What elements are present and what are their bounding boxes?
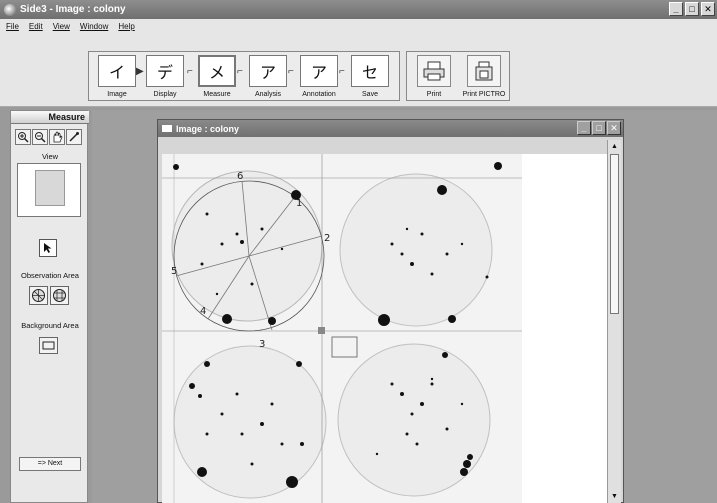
print-label: Print — [426, 91, 442, 98]
pointer-icon[interactable] — [39, 239, 57, 257]
workflow-group: イ Image ▶ デ Display ⌐ メ Measure ⌐ ア Anal… — [88, 51, 400, 101]
zoom-out-icon[interactable] — [32, 129, 48, 145]
image-window-title: Image : colony — [176, 123, 240, 134]
workflow-annotation-button[interactable]: ア Annotation — [295, 55, 343, 98]
sector-label-5: 5 — [171, 266, 177, 277]
workflow-label: Display — [153, 91, 177, 98]
eyedropper-icon[interactable] — [66, 129, 82, 145]
scroll-down-icon[interactable]: ▼ — [610, 492, 619, 502]
close-icon[interactable]: ✕ — [607, 121, 621, 135]
view-thumbnail-viewport[interactable] — [35, 170, 65, 206]
print-group: Print Print PICTRO — [406, 51, 510, 101]
menu-file[interactable]: File — [6, 22, 19, 31]
rectangle-icon[interactable] — [39, 337, 58, 354]
analysis-step-icon: ア — [249, 55, 287, 87]
zoom-in-icon[interactable] — [15, 129, 31, 145]
observation-area-tools — [29, 286, 69, 305]
measure-tab[interactable]: Measure — [11, 111, 89, 124]
menu-bar: File Edit View Window Help — [0, 19, 717, 33]
menu-help[interactable]: Help — [118, 22, 134, 31]
scroll-up-icon[interactable]: ▲ — [610, 142, 619, 152]
menu-window[interactable]: Window — [80, 22, 108, 31]
print-pictro-label: Print PICTRO — [462, 91, 506, 98]
toolbar: イ Image ▶ デ Display ⌐ メ Measure ⌐ ア Anal… — [0, 33, 717, 107]
window-title: Side3 - Image : colony — [20, 4, 126, 15]
document-icon — [162, 125, 172, 132]
close-icon[interactable]: ✕ — [701, 2, 715, 16]
pictro-printer-icon — [467, 55, 501, 87]
arrow-corner-icon: ⌐ — [339, 66, 345, 77]
workflow-image-button[interactable]: イ Image — [93, 55, 141, 98]
arrow-corner-icon: ⌐ — [288, 66, 294, 77]
colony-image[interactable]: 1 2 3 4 5 6 — [162, 154, 607, 503]
image-canvas[interactable]: 1 2 3 4 5 6 — [162, 154, 607, 503]
workflow-label: Image — [107, 91, 127, 98]
arrow-corner-icon: ⌐ — [237, 66, 243, 77]
sector-label-3: 3 — [259, 339, 265, 350]
maximize-icon[interactable]: □ — [592, 121, 606, 135]
maximize-icon[interactable]: □ — [685, 2, 699, 16]
view-tool-row — [15, 129, 82, 145]
annotation-step-icon: ア — [300, 55, 338, 87]
sector-label-6: 6 — [237, 171, 243, 182]
workflow-measure-button[interactable]: メ Measure — [193, 55, 241, 98]
main-title-bar[interactable]: Side3 - Image : colony _ □ ✕ — [0, 0, 717, 19]
workflow-display-button[interactable]: デ Display — [141, 55, 189, 98]
image-window[interactable]: Image : colony _ □ ✕ 1 2 3 4 5 6 ▲ ▼ — [157, 119, 624, 503]
measure-panel: Measure View Observation Area Background… — [10, 110, 89, 503]
image-step-icon: イ — [98, 55, 136, 87]
app-icon — [4, 3, 16, 16]
sector-dish-icon[interactable] — [29, 286, 48, 305]
hand-pan-icon[interactable] — [49, 129, 65, 145]
workflow-label: Annotation — [302, 91, 336, 98]
save-step-icon: セ — [351, 55, 389, 87]
background-area-label: Background Area — [21, 321, 79, 330]
scrollbar-thumb[interactable] — [610, 154, 619, 314]
vertical-scrollbar[interactable]: ▲ ▼ — [607, 140, 621, 503]
view-label: View — [41, 152, 59, 161]
minimize-icon[interactable]: _ — [669, 2, 683, 16]
observation-area-label: Observation Area — [21, 271, 79, 280]
next-button[interactable]: => Next — [19, 457, 81, 471]
workflow-analysis-button[interactable]: ア Analysis — [244, 55, 292, 98]
print-button[interactable]: Print — [409, 55, 459, 98]
menu-edit[interactable]: Edit — [29, 22, 43, 31]
grid-dish-icon[interactable] — [50, 286, 69, 305]
menu-view[interactable]: View — [53, 22, 70, 31]
sector-label-4: 4 — [200, 306, 206, 317]
workflow-save-button[interactable]: セ Save — [346, 55, 394, 98]
arrow-corner-icon: ⌐ — [187, 66, 193, 77]
view-thumbnail[interactable] — [17, 163, 81, 217]
print-pictro-button[interactable]: Print PICTRO — [459, 55, 509, 98]
measure-step-icon: メ — [198, 55, 236, 87]
minimize-icon[interactable]: _ — [577, 121, 591, 135]
workflow-label: Measure — [203, 91, 231, 98]
workflow-label: Save — [362, 91, 378, 98]
display-step-icon: デ — [146, 55, 184, 87]
printer-icon — [417, 55, 451, 87]
image-window-title-bar[interactable]: Image : colony _ □ ✕ — [158, 120, 623, 137]
workflow-label: Analysis — [254, 91, 282, 98]
sector-label-2: 2 — [324, 233, 330, 244]
